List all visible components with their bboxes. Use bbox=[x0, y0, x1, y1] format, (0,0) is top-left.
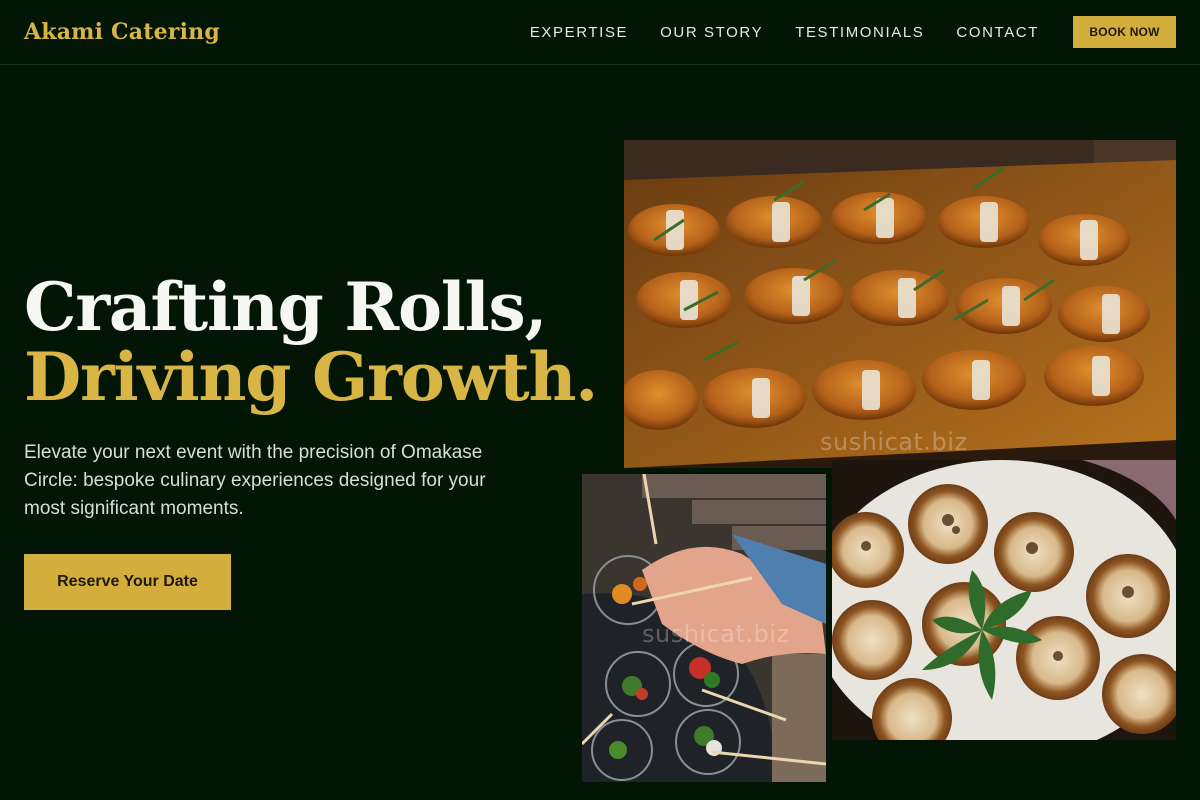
headline-line-2: Driving Growth. bbox=[24, 338, 598, 416]
page: Akami Catering EXPERTISE OUR STORY TESTI… bbox=[0, 0, 1200, 800]
nav-link-contact[interactable]: CONTACT bbox=[956, 24, 1039, 41]
hero-headline: Crafting Rolls, Driving Growth. bbox=[24, 268, 598, 416]
nav-link-our-story[interactable]: OUR STORY bbox=[660, 24, 763, 41]
nav-links: EXPERTISE OUR STORY TESTIMONIALS CONTACT bbox=[530, 24, 1039, 41]
brand-logo[interactable]: Akami Catering bbox=[24, 19, 220, 45]
croissants-photo: sushicat.biz bbox=[624, 140, 1176, 468]
drinks-photo: sushicat.biz bbox=[580, 472, 828, 784]
croissants-illustration bbox=[624, 140, 1176, 468]
drinks-illustration bbox=[582, 474, 826, 782]
tarts-illustration bbox=[832, 460, 1176, 740]
headline-line-1: Crafting Rolls, bbox=[24, 268, 547, 346]
nav-link-expertise[interactable]: EXPERTISE bbox=[530, 24, 628, 41]
header-nav: Akami Catering EXPERTISE OUR STORY TESTI… bbox=[0, 0, 1200, 65]
book-now-button[interactable]: BOOK NOW bbox=[1073, 16, 1176, 48]
tarts-photo bbox=[832, 460, 1176, 740]
nav-link-testimonials[interactable]: TESTIMONIALS bbox=[795, 24, 924, 41]
reserve-date-button[interactable]: Reserve Your Date bbox=[24, 554, 231, 610]
hero-description: Elevate your next event with the precisi… bbox=[24, 442, 486, 519]
